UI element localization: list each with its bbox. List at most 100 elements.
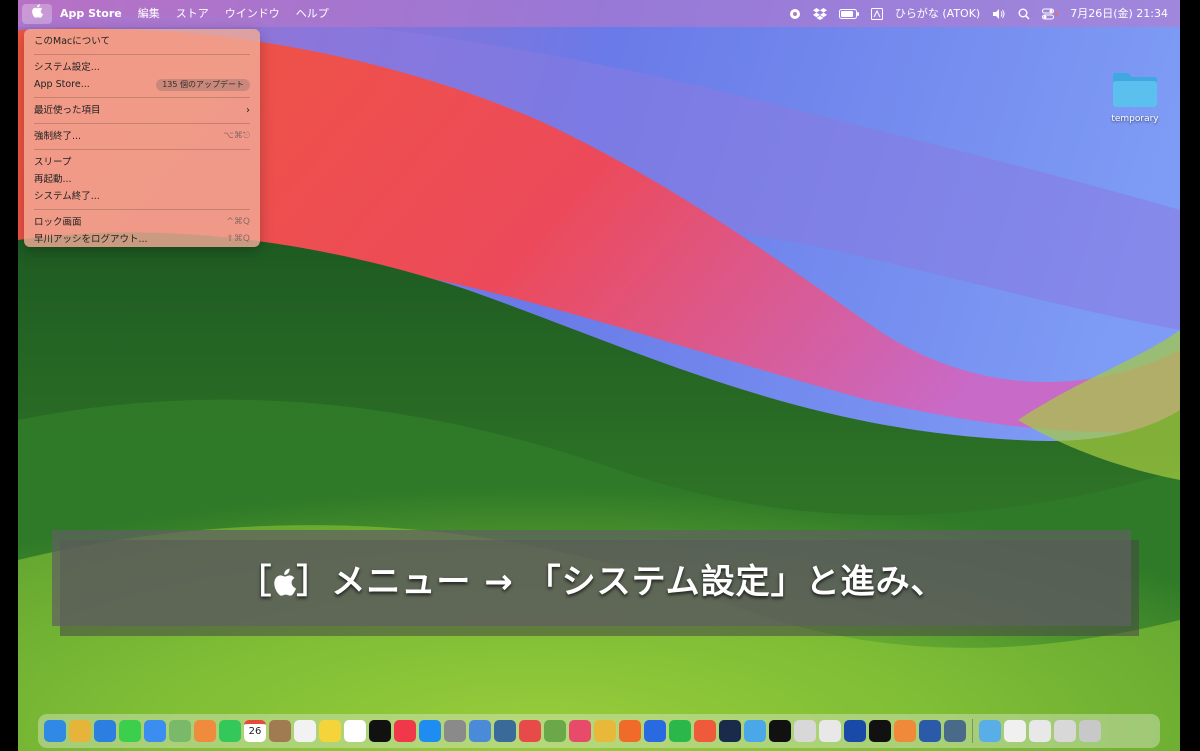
menu-item-label: App Store... (34, 79, 90, 90)
maps-icon[interactable] (169, 720, 191, 742)
shortcut-label: ^⌘Q (226, 217, 250, 227)
xit-icon[interactable] (769, 720, 791, 742)
tool-icon[interactable] (544, 720, 566, 742)
apple-menu-dropdown: このMacについて システム設定... App Store... 135 個のアッ… (24, 29, 260, 247)
freeform-icon[interactable] (344, 720, 366, 742)
dock-separator (972, 719, 973, 743)
menu-item-label: 最近使った項目 (34, 105, 101, 116)
menu-bar-clock[interactable]: 7月26日(金) 21:34 (1064, 0, 1174, 27)
app1-icon[interactable] (894, 720, 916, 742)
safari-icon[interactable] (94, 720, 116, 742)
clipboard-icon[interactable] (794, 720, 816, 742)
video-caption: ［ ］メニュー → 「システム設定」と進み、 (52, 530, 1131, 626)
trash-icon[interactable] (1079, 720, 1101, 742)
contacts-icon[interactable] (269, 720, 291, 742)
hand-icon[interactable] (844, 720, 866, 742)
window3-icon[interactable] (1054, 720, 1076, 742)
launchpad-icon[interactable] (69, 720, 91, 742)
input-method-icon[interactable] (865, 0, 889, 27)
help-menu[interactable]: ヘルプ (288, 0, 337, 27)
menu-item-app-store[interactable]: App Store... 135 個のアップデート (24, 76, 260, 93)
airmail-icon[interactable] (519, 720, 541, 742)
facetime-icon[interactable] (219, 720, 241, 742)
app3-icon[interactable] (944, 720, 966, 742)
caption-bracket-open: ［ (237, 561, 273, 602)
update-count-badge: 135 個のアップデート (156, 78, 250, 91)
music-icon[interactable] (394, 720, 416, 742)
chrome-icon[interactable] (594, 720, 616, 742)
menu-separator (34, 123, 250, 124)
maps2-icon[interactable] (744, 720, 766, 742)
caption-text: ［ ］メニュー → 「システム設定」と進み、 (237, 554, 945, 603)
window-menu[interactable]: ウインドウ (217, 0, 288, 27)
folder-icon[interactable] (979, 720, 1001, 742)
code-icon[interactable] (719, 720, 741, 742)
caption-text-part: ］メニュー → 「システム設定」と進み、 (296, 561, 946, 602)
calendar-icon[interactable]: 26 (244, 720, 266, 742)
menu-item-about-this-mac[interactable]: このMacについて (24, 33, 260, 50)
menu-item-recent-items[interactable]: 最近使った項目 › (24, 102, 260, 119)
mail-icon[interactable] (144, 720, 166, 742)
menu-item-shutdown[interactable]: システム終了... (24, 188, 260, 205)
menu-separator (34, 54, 250, 55)
desktop: App Store 編集 ストア ウインドウ ヘルプ ひらがな (ATOK) 7… (18, 0, 1180, 751)
photo-app-icon[interactable] (494, 720, 516, 742)
app2-icon[interactable] (919, 720, 941, 742)
edit-menu[interactable]: 編集 (130, 0, 168, 27)
line-icon[interactable] (669, 720, 691, 742)
messages-icon[interactable] (119, 720, 141, 742)
control-center-icon[interactable] (1036, 0, 1064, 27)
pin-icon[interactable] (569, 720, 591, 742)
reminders-icon[interactable] (294, 720, 316, 742)
window2-icon[interactable] (1029, 720, 1051, 742)
app-name-menu[interactable]: App Store (52, 0, 130, 27)
shortcut-label: ⇧⌘Q (226, 234, 250, 244)
folder-icon (1113, 73, 1157, 107)
dropbox-icon[interactable] (807, 0, 833, 27)
dock: 26 (38, 714, 1160, 748)
menu-item-label: ロック画面 (34, 217, 82, 228)
menu-bar: App Store 編集 ストア ウインドウ ヘルプ ひらがな (ATOK) 7… (18, 0, 1180, 27)
menu-item-lock-screen[interactable]: ロック画面 ^⌘Q (24, 214, 260, 231)
menu-item-system-settings[interactable]: システム設定... (24, 59, 260, 76)
vectornator-icon[interactable] (694, 720, 716, 742)
shortcut-label: ⌥⌘⎋ (223, 131, 251, 141)
menu-item-sleep[interactable]: スリープ (24, 154, 260, 171)
finder-icon[interactable] (44, 720, 66, 742)
input-method-label[interactable]: ひらがな (ATOK) (889, 0, 986, 27)
calendar-day-label: 26 (248, 726, 262, 737)
firefox-icon[interactable] (619, 720, 641, 742)
desktop-folder[interactable]: temporary (1080, 70, 1180, 124)
menu-separator (34, 209, 250, 210)
menu-item-label: システム設定... (34, 62, 100, 73)
folder-label: temporary (1111, 114, 1159, 124)
battery-icon[interactable] (833, 0, 865, 27)
spotlight-search-icon[interactable] (1012, 0, 1036, 27)
menu-item-label: システム終了... (34, 191, 100, 202)
store-menu[interactable]: ストア (168, 0, 217, 27)
menu-item-label: スリープ (34, 157, 72, 168)
menu-item-restart[interactable]: 再起動... (24, 171, 260, 188)
tv-icon[interactable] (369, 720, 391, 742)
notes-icon[interactable] (319, 720, 341, 742)
apple-logo-icon (274, 568, 297, 596)
menu-separator (34, 97, 250, 98)
window1-icon[interactable] (1004, 720, 1026, 742)
app-store-icon[interactable] (419, 720, 441, 742)
record-icon[interactable] (783, 0, 807, 27)
menu-item-force-quit[interactable]: 強制終了... ⌥⌘⎋ (24, 128, 260, 145)
cube-icon[interactable] (869, 720, 891, 742)
status-area: ひらがな (ATOK) 7月26日(金) 21:34 (783, 0, 1174, 27)
apple-logo-icon (32, 3, 43, 18)
menu-separator (34, 149, 250, 150)
photos-icon[interactable] (194, 720, 216, 742)
menu-item-label: 再起動... (34, 174, 72, 185)
preview-icon[interactable] (469, 720, 491, 742)
menu-item-label: 早川アッシをログアウト... (34, 234, 148, 245)
apple-menu-button[interactable] (22, 3, 52, 24)
xcode-icon[interactable] (644, 720, 666, 742)
pencil-icon[interactable] (819, 720, 841, 742)
menu-item-logout[interactable]: 早川アッシをログアウト... ⇧⌘Q (24, 231, 260, 248)
system-settings-icon[interactable] (444, 720, 466, 742)
volume-icon[interactable] (986, 0, 1012, 27)
